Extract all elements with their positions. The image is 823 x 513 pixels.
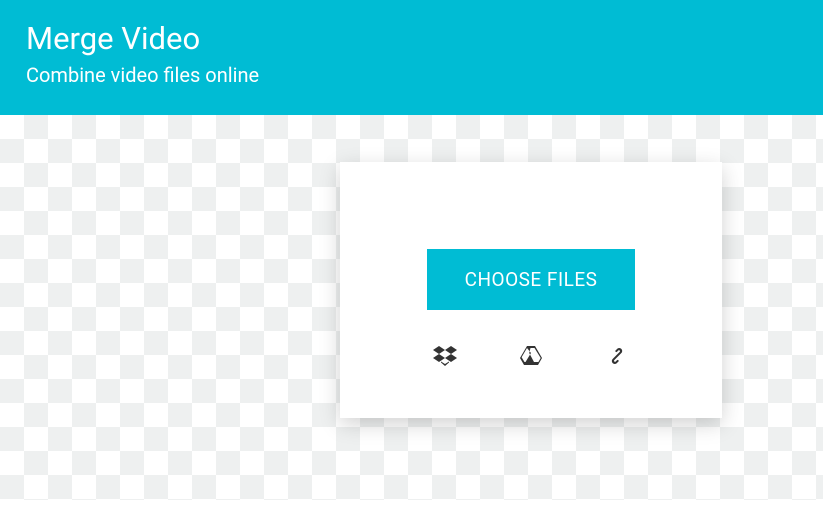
page-subtitle: Combine video files online bbox=[26, 63, 797, 87]
choose-files-button[interactable]: CHOOSE FILES bbox=[427, 249, 636, 310]
dropbox-icon[interactable] bbox=[433, 344, 457, 368]
link-icon[interactable] bbox=[605, 344, 629, 368]
upload-card: CHOOSE FILES bbox=[340, 162, 722, 418]
google-drive-icon[interactable] bbox=[519, 344, 543, 368]
page-title: Merge Video bbox=[26, 20, 797, 57]
content-area: CHOOSE FILES bbox=[0, 115, 823, 500]
page-header: Merge Video Combine video files online bbox=[0, 0, 823, 115]
source-options bbox=[433, 344, 629, 368]
